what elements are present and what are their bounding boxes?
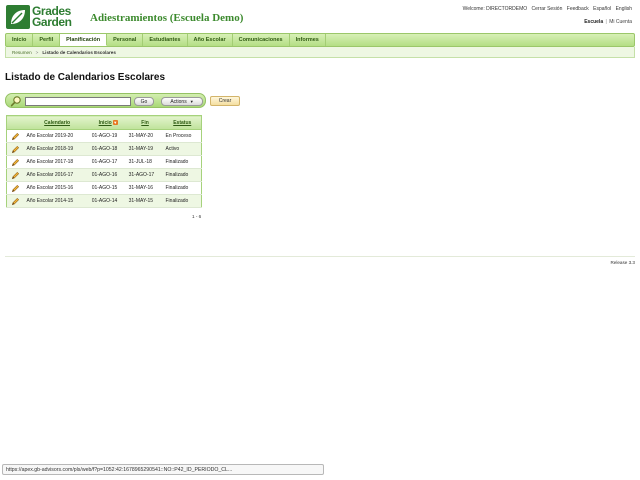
account-links: Escuela | Mi Cuenta: [584, 19, 632, 25]
search-input[interactable]: [25, 97, 131, 106]
actions-label: Actions: [170, 98, 187, 105]
footer-divider: [5, 256, 635, 257]
edit-cell[interactable]: [6, 129, 25, 143]
breadcrumb-separator: >: [35, 49, 39, 55]
cell-fin: 31-JUL-18: [126, 155, 164, 169]
cell-inicio: 01-AGO-19: [89, 129, 127, 143]
logo[interactable]: Grades Garden: [6, 5, 72, 29]
table-row: Año Escolar 2019-20 01-AGO-19 31-MAY-20 …: [6, 129, 202, 143]
tab-estudiantes[interactable]: Estudiantes: [143, 34, 188, 46]
mi-cuenta-link[interactable]: Mi Cuenta: [609, 19, 632, 25]
table-row: Año Escolar 2014-15 01-AGO-14 31-MAY-15 …: [6, 194, 202, 208]
header: Grades Garden Adiestramientos (Escuela D…: [0, 0, 640, 34]
breadcrumb-resumen[interactable]: Resumen: [12, 50, 32, 55]
chevron-down-icon: ▼: [189, 99, 194, 104]
sort-desc-icon: ▼: [112, 119, 118, 125]
cell-inicio: 01-AGO-15: [89, 181, 127, 195]
search-bar: Go Actions ▼: [5, 93, 206, 108]
cell-calendario: Año Escolar 2019-20: [24, 129, 90, 143]
column-header-label: Estatus: [173, 119, 192, 126]
go-button[interactable]: Go: [134, 97, 154, 106]
pencil-icon[interactable]: [11, 158, 20, 167]
edit-cell[interactable]: [6, 194, 25, 208]
pencil-icon[interactable]: [11, 184, 20, 193]
column-header-calendario[interactable]: Calendario: [24, 115, 90, 130]
logo-leaf-icon: [6, 5, 30, 29]
tab-informes[interactable]: Informes: [290, 34, 326, 46]
cell-fin: 31-MAY-19: [126, 142, 164, 156]
cell-inicio: 01-AGO-18: [89, 142, 127, 156]
column-header-fin[interactable]: Fin: [126, 115, 164, 130]
tab-perfil[interactable]: Perfil: [33, 34, 61, 46]
table-row: Año Escolar 2018-19 01-AGO-18 31-MAY-19 …: [6, 142, 202, 156]
account-links-separator: |: [605, 19, 607, 25]
edit-column-header: [6, 115, 25, 130]
cell-calendario: Año Escolar 2016-17: [24, 168, 90, 182]
tab-personal[interactable]: Personal: [107, 34, 144, 46]
cell-inicio: 01-AGO-14: [89, 194, 127, 208]
magnifier-icon: [10, 96, 21, 107]
cell-calendario: Año Escolar 2015-16: [24, 181, 90, 195]
cell-inicio: 01-AGO-16: [89, 168, 127, 182]
column-header-label: Calendario: [44, 119, 71, 126]
pencil-icon[interactable]: [11, 171, 20, 180]
edit-cell[interactable]: [6, 142, 25, 156]
main-tabs: Inicio Perfil Planificación Personal Est…: [5, 33, 635, 47]
tab-inicio[interactable]: Inicio: [6, 34, 34, 46]
top-links: Welcome: DIRECTORDEMO Cerrar Sesión Feed…: [460, 6, 632, 12]
edit-cell[interactable]: [6, 168, 25, 182]
pencil-icon[interactable]: [11, 197, 20, 206]
lang-en-link[interactable]: English: [616, 6, 632, 12]
breadcrumb-current: Listado de Calendarios Escolares: [42, 49, 116, 55]
logout-link[interactable]: Cerrar Sesión: [532, 6, 563, 12]
actions-menu-button[interactable]: Actions ▼: [161, 97, 203, 106]
escuela-link[interactable]: Escuela: [584, 19, 603, 25]
welcome-text: Welcome: DIRECTORDEMO: [462, 6, 528, 12]
cell-estatus: Activo: [163, 142, 202, 156]
pencil-icon[interactable]: [11, 145, 20, 154]
column-header-label: Fin: [141, 119, 149, 126]
cell-calendario: Año Escolar 2017-18: [24, 155, 90, 169]
edit-cell[interactable]: [6, 155, 25, 169]
page-title: Listado de Calendarios Escolares: [5, 72, 166, 83]
column-header-label: Inicio: [98, 119, 112, 126]
cell-estatus: Finalizado: [163, 155, 202, 169]
logo-line-2: Garden: [32, 15, 72, 29]
breadcrumb: Resumen > Listado de Calendarios Escolar…: [5, 47, 635, 58]
cell-estatus: Finalizado: [163, 194, 202, 208]
tab-comunicaciones[interactable]: Comunicaciones: [233, 34, 290, 46]
cell-fin: 31-MAY-15: [126, 194, 164, 208]
table-row: Año Escolar 2015-16 01-AGO-15 31-MAY-16 …: [6, 181, 202, 195]
cell-estatus: Finalizado: [163, 181, 202, 195]
cell-fin: 31-MAY-20: [126, 129, 164, 143]
cell-inicio: 01-AGO-17: [89, 155, 127, 169]
cell-estatus: Finalizado: [163, 168, 202, 182]
pencil-icon[interactable]: [11, 132, 20, 141]
calendars-table: Calendario Inicio ▼ Fin Estatus Año Escol…: [6, 115, 202, 208]
pagination-range: 1 - 6: [192, 214, 202, 219]
table-row: Año Escolar 2016-17 01-AGO-16 31-AGO-17 …: [6, 168, 202, 182]
table-header-row: Calendario Inicio ▼ Fin Estatus: [6, 115, 202, 130]
crear-button[interactable]: Crear: [210, 96, 240, 106]
release-version: Release 3.3: [610, 260, 635, 265]
edit-cell[interactable]: [6, 181, 25, 195]
column-header-inicio[interactable]: Inicio ▼: [89, 115, 127, 130]
column-header-estatus[interactable]: Estatus: [163, 115, 202, 130]
lang-es-link[interactable]: Español: [593, 6, 611, 12]
app-title: Adiestramientos (Escuela Demo): [90, 12, 244, 24]
table-row: Año Escolar 2017-18 01-AGO-17 31-JUL-18 …: [6, 155, 202, 169]
feedback-link[interactable]: Feedback: [567, 6, 589, 12]
tab-planificacion[interactable]: Planificación: [60, 34, 108, 46]
cell-fin: 31-AGO-17: [126, 168, 164, 182]
tab-ano-escolar[interactable]: Año Escolar: [188, 34, 233, 46]
logo-wordmark: Grades Garden: [32, 5, 72, 29]
cell-calendario: Año Escolar 2014-15: [24, 194, 90, 208]
cell-fin: 31-MAY-16: [126, 181, 164, 195]
cell-calendario: Año Escolar 2018-19: [24, 142, 90, 156]
cell-estatus: En Proceso: [163, 129, 202, 143]
browser-status-url: https://apex.gb-advisors.com/pls/web/f?p…: [2, 464, 324, 475]
